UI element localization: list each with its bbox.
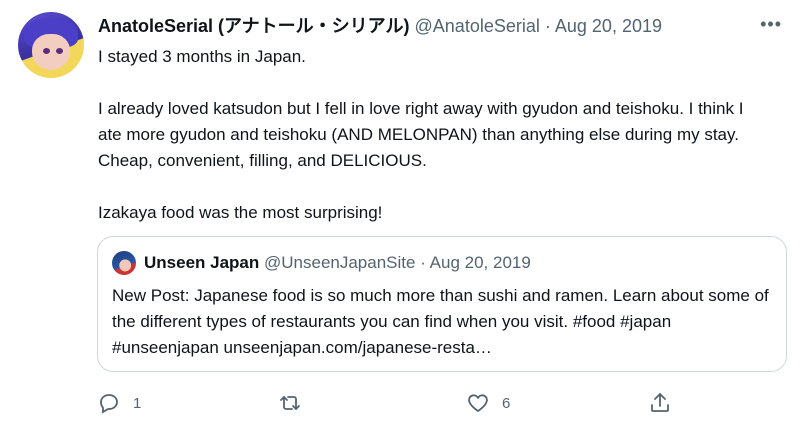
avatar-face	[32, 34, 70, 70]
share-button[interactable]	[648, 388, 684, 418]
quoted-author-handle: @UnseenJapanSite	[264, 253, 416, 272]
retweet-button[interactable]	[278, 388, 314, 418]
quoted-author-avatar	[112, 251, 136, 275]
quoted-tweet-date: Aug 20, 2019	[429, 253, 531, 272]
header-separator: ·	[544, 16, 551, 36]
author-display-name[interactable]: AnatoleSerial (アナトール・シリアル)	[98, 16, 410, 36]
quoted-tweet-text: New Post: Japanese food is so much more …	[112, 286, 769, 357]
tweet-header: AnatoleSerial (アナトール・シリアル) @AnatoleSeria…	[98, 12, 662, 40]
tweet-paragraph: I stayed 3 months in Japan.	[98, 47, 306, 66]
quoted-author-name: Unseen Japan	[144, 253, 260, 272]
share-icon	[651, 393, 669, 412]
tweet: AnatoleSerial (アナトール・シリアル) @AnatoleSeria…	[0, 0, 800, 431]
action-bar: 1 6	[0, 388, 800, 418]
author-handle[interactable]: @AnatoleSerial	[415, 16, 540, 36]
like-count: 6	[502, 394, 511, 412]
like-button[interactable]: 6	[466, 388, 510, 418]
reply-count: 1	[133, 394, 142, 412]
avatar-eye-left	[43, 48, 50, 54]
avatar-eye-right	[56, 48, 63, 54]
quoted-header-separator: ·	[420, 253, 426, 272]
reply-icon	[100, 394, 118, 414]
tweet-body: I stayed 3 months in Japan. I already lo…	[98, 44, 768, 226]
more-icon[interactable]: •••	[760, 14, 782, 35]
retweet-icon	[280, 396, 300, 410]
tweet-date[interactable]: Aug 20, 2019	[555, 16, 662, 36]
quoted-tweet-header: Unseen Japan @UnseenJapanSite · Aug 20, …	[144, 249, 531, 277]
quoted-tweet[interactable]: Unseen Japan @UnseenJapanSite · Aug 20, …	[97, 236, 787, 372]
tweet-paragraph: I already loved katsudon but I fell in l…	[98, 99, 744, 170]
reply-button[interactable]: 1	[97, 388, 141, 418]
heart-icon	[468, 394, 488, 412]
author-avatar[interactable]	[18, 12, 84, 78]
tweet-paragraph: Izakaya food was the most surprising!	[98, 203, 383, 222]
